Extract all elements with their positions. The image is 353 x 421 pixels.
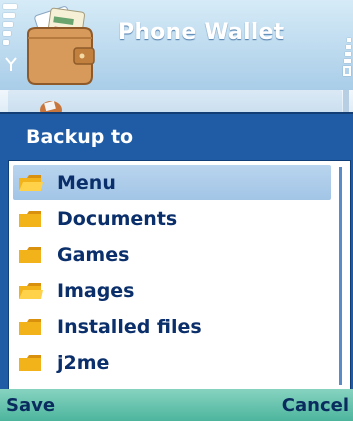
folder-icon	[19, 210, 43, 227]
list-item-documents[interactable]: Documents	[13, 201, 331, 236]
list-item-label: Images	[57, 279, 135, 302]
list-item-label: Installed files	[57, 315, 202, 338]
folder-icon	[19, 246, 43, 263]
cancel-softkey[interactable]: Cancel	[282, 395, 349, 416]
wallet-icon	[18, 4, 100, 86]
list-item-j2me[interactable]: j2me	[13, 345, 331, 380]
backup-dialog: Backup to Menu Documents Games Images In…	[0, 112, 353, 394]
app-title: Phone Wallet	[118, 20, 285, 45]
save-softkey[interactable]: Save	[6, 395, 55, 416]
folder-icon	[19, 354, 43, 371]
list-item-menu[interactable]: Menu	[13, 165, 331, 200]
app-header: Phone Wallet	[0, 0, 353, 90]
folder-icon	[19, 282, 43, 299]
list-item-images[interactable]: Images	[13, 273, 331, 308]
folder-list: Menu Documents Games Images Installed fi	[8, 160, 351, 394]
list-item-label: j2me	[57, 351, 110, 374]
folder-icon	[19, 174, 43, 191]
list-item-label: Games	[57, 243, 130, 266]
softkey-bar: Save Cancel	[0, 389, 353, 421]
folder-icon	[19, 318, 43, 335]
list-item-games[interactable]: Games	[13, 237, 331, 272]
list-item-installed-files[interactable]: Installed files	[13, 309, 331, 344]
battery-icon	[343, 38, 351, 78]
list-scrollbar[interactable]	[339, 167, 342, 385]
list-item-label: Documents	[57, 207, 178, 230]
list-item-label: Menu	[57, 171, 116, 194]
dialog-title: Backup to	[26, 126, 134, 148]
